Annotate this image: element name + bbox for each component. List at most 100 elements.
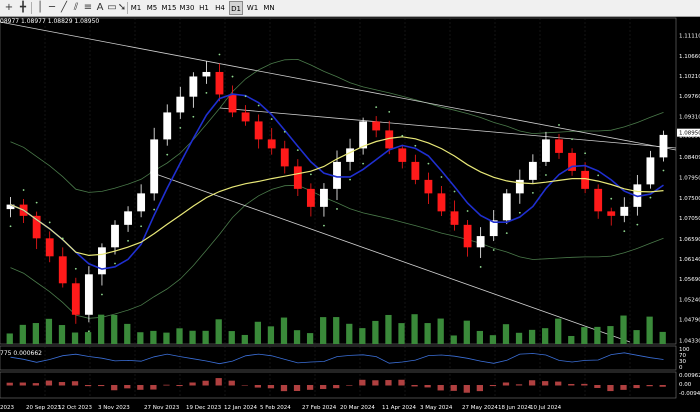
macd-bar [489,385,497,387]
psar-dot [205,91,208,94]
add-icon[interactable]: + [3,2,15,14]
psar-dot [349,178,351,181]
tab-h4[interactable]: H4 [214,1,226,15]
date-axis-label: 3 Nov 2023 [98,405,130,411]
candle-body [137,193,146,212]
volume-bar [620,315,627,344]
psar-dot [9,225,12,228]
macd-bar [333,385,340,389]
price-axis[interactable]: 1.111101.106601.102101.097601.093101.088… [677,34,700,397]
date-axis[interactable]: 2023 20 Sep 202312 Oct 2023 3 Nov 2023 27 N… [0,405,562,411]
candle-body [306,188,315,207]
candle-body [280,148,289,167]
tab-m1[interactable]: M1 [130,1,142,15]
psar-dot [127,239,129,242]
candle-body [476,236,485,248]
volume-bar [98,314,105,344]
candle-body [372,121,381,131]
toolbar-separator [31,2,32,14]
price-axis-label: 1.11110 [679,34,700,40]
crosshair-icon[interactable]: ╋ [17,2,29,14]
candle-body [176,96,185,113]
macd-level-label: 0.00962 [679,373,700,379]
volume-bar [633,330,640,344]
macd-bar [254,385,261,388]
psar-dot [440,176,443,178]
macd-bar [45,380,53,386]
volume-bar [555,318,562,344]
psar-dot [179,126,182,129]
tab-w1[interactable]: W1 [246,1,259,15]
psar-dot [48,221,51,224]
price-chart[interactable]: 1.111101.106601.102101.097601.093101.088… [0,17,700,412]
volume-bar [280,317,288,344]
macd-bar [463,385,470,393]
macd-bar [646,385,653,387]
volume-bar [424,323,431,344]
psar-dot [22,189,25,191]
macd-bar [6,382,13,386]
psar-dot [309,173,312,176]
psar-dot [584,152,587,155]
macd-bar [163,384,170,386]
horizontal-line-icon[interactable]: ─ [46,2,58,14]
volume-bar [372,320,379,344]
macd-bar [476,385,483,392]
price-axis-label: 1.06140 [679,257,700,263]
volume-bar [359,328,366,344]
tab-m15[interactable]: M15 [161,1,177,15]
price-axis-label: 1.10660 [679,54,700,60]
trendline-icon[interactable]: ╱ [58,2,70,14]
macd-bar [633,385,640,389]
price-axis-label: 1.05240 [679,297,700,303]
date-axis-label: 27 May 2024 [462,405,498,411]
text-icon[interactable]: A [94,2,106,14]
macd-bar [19,382,26,386]
candle-body [189,76,198,97]
macd-pane [6,378,666,393]
candle-body [241,112,250,122]
macd-bar [424,385,431,388]
candle-body [215,71,224,95]
psar-dot [362,162,365,165]
current-price-label: 1.08950 [679,131,700,137]
macd-bar [359,379,366,386]
volume-bar [528,329,536,344]
volume-bars [6,314,666,344]
lower-band [10,184,664,319]
tab-d1[interactable]: D1 [229,1,243,15]
psar-dot [166,153,169,156]
macd-bar [306,385,314,390]
tab-m5[interactable]: M5 [146,1,158,15]
volume-bar [320,317,327,344]
volume-bar [607,326,614,344]
date-axis-label: 2023 [0,405,14,411]
vertical-line-icon[interactable]: │ [34,2,46,14]
candle-body [163,112,172,140]
channel-icon[interactable]: ⫽ [70,2,82,14]
macd-bar [515,384,523,386]
macd-bar [528,380,536,386]
candle-body [58,256,67,284]
candle-body [463,224,472,248]
volume-bar [411,314,418,344]
psar-dot [518,211,521,214]
volume-bar [202,330,209,344]
psar-dot [35,201,38,204]
psar-dot [401,134,404,137]
tab-mn[interactable]: MN [262,1,276,15]
psar-dot [505,232,508,235]
tab-m30[interactable]: M30 [179,1,195,15]
tab-h1[interactable]: H1 [198,1,210,15]
volume-bar [515,332,523,344]
candle-body [398,148,407,162]
macd-bar [372,380,379,386]
fibonacci-icon[interactable]: ≡ [82,2,94,14]
candle-body [359,121,368,149]
candle-body [542,139,550,162]
macd-bar [241,385,248,386]
psar-dot [87,330,90,333]
candle-body [555,139,563,153]
volume-bar [163,332,170,344]
psar-dot [231,75,234,78]
